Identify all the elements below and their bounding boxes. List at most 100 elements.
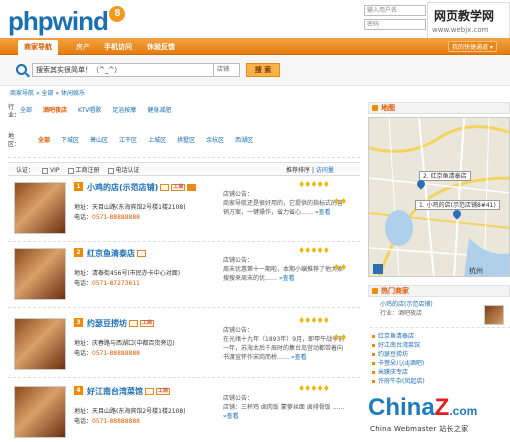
listing-photo[interactable]: [14, 318, 66, 370]
sort-recommended[interactable]: 推荐排序: [286, 167, 310, 174]
listing-name[interactable]: 好江南台湾菜馆 工商: [87, 386, 171, 397]
search-scope-select[interactable]: 店铺: [214, 63, 240, 77]
notice-stars-icon: ♦♦: [333, 333, 348, 342]
listing-photo[interactable]: [14, 182, 66, 234]
vip-label: VIP: [50, 167, 60, 174]
filter-area-all[interactable]: 全部: [38, 137, 50, 144]
nav-item-house[interactable]: 房产: [70, 40, 96, 55]
quick-channel-dropdown[interactable]: 我的快捷通道 ▾: [448, 41, 497, 52]
listing-name[interactable]: 红京鱼清泰店: [87, 248, 146, 259]
rating-stars-icon: ♦♦♦♦♦: [298, 246, 330, 255]
hot-header: 热门商家: [368, 285, 510, 297]
username-field[interactable]: 输入用户名: [364, 5, 426, 16]
search-input[interactable]: 搜索其实很简单！（^_^）: [32, 63, 214, 77]
hot-item[interactable]: 卡萱朵儿(dj酒吧): [370, 359, 510, 368]
listing-number: 1: [74, 182, 83, 191]
filter-area-label: 地 区：: [8, 133, 21, 148]
map-callout[interactable]: 2. 红京鱼清泰店: [419, 171, 471, 181]
rating-stars-icon: ♦♦♦♦♦: [298, 384, 330, 393]
v-badge-icon: [137, 250, 146, 257]
listing-photo[interactable]: [14, 248, 66, 300]
cert-label: 认证：: [16, 167, 35, 174]
filter-industry-row: 全部 酒吧夜店 KTV唱歌 足浴按摩 健身减肥: [20, 105, 182, 114]
nav-item-feedback[interactable]: 休验反馈: [141, 40, 181, 55]
listing-item: 4 好江南台湾菜馆 工商 地址：天目山路(东海宾馆2号楼1楼2108) 电话：05…: [8, 384, 360, 442]
watermark-chinaz: ChinaZ.com China Webmaster 站长之家: [364, 392, 510, 442]
listing-name[interactable]: 约瑟豆捞坊 工商: [87, 318, 155, 329]
hot-featured-thumbnail[interactable]: [484, 305, 504, 325]
more-link[interactable]: »查看: [223, 413, 239, 420]
business-badge: 工商: [140, 320, 155, 327]
filter-industry-fitness[interactable]: 健身减肥: [147, 107, 171, 114]
hot-item[interactable]: 红京鱼清泰店: [370, 332, 510, 341]
cert-filters: 认证： VIP 工商注册 电话认证: [16, 165, 140, 174]
listing-number: 3: [74, 318, 83, 327]
listing-address: 地址：庆春路与西湖口(中都百货旁边): [74, 340, 175, 347]
nav-item-mobile[interactable]: 手机访问: [98, 40, 138, 55]
listing-photo[interactable]: [14, 386, 66, 438]
watermark-logo: ChinaZ.com: [368, 394, 478, 421]
listing-phone: 电话：0571-88888888: [74, 350, 140, 357]
filter-industry-all[interactable]: 全部: [20, 107, 32, 114]
watermark-url: www.webjx.com: [432, 26, 489, 34]
listing-notice: 店铺公告： 在光绪十九年（1893年）9月，即甲午战争前一年，苏海太后千辰时的集台…: [223, 327, 345, 361]
filter-area-yuhang[interactable]: 余杭区: [206, 137, 224, 144]
listing-name[interactable]: 小鸡的店(示范店铺) 工商: [87, 182, 197, 193]
filter-area-xiacheng[interactable]: 下城区: [61, 137, 79, 144]
phone-checkbox[interactable]: [107, 167, 114, 174]
filter-industry-bar[interactable]: 酒吧夜店: [43, 107, 67, 114]
rating-stars-icon: ♦♦♦♦♦: [298, 180, 330, 189]
vip-checkbox[interactable]: [42, 167, 49, 174]
listing-item: 2 红京鱼清泰店 地址：清泰街456号(市民办卡中心对面) 电话：0571-87…: [8, 246, 360, 308]
listing-item: 1 小鸡的店(示范店铺) 工商 地址：天目山路(东海宾馆2号楼1楼2108) 电话…: [8, 180, 360, 242]
sort-visits[interactable]: 访问量: [316, 167, 334, 174]
v-badge-icon: [160, 184, 170, 191]
notice-stars-icon: ♦♦: [333, 197, 348, 206]
listing-notice: 店铺公告： 店铺：三杯鸡 卤肉饭 蒙萝丝面 卤排骨饭 …… »查看: [223, 395, 345, 420]
filter-area-gongshu[interactable]: 拱墅区: [177, 137, 195, 144]
filter-area-jianggan[interactable]: 江干区: [119, 137, 137, 144]
listing-number: 2: [74, 248, 83, 257]
sort-separator: |: [311, 167, 314, 174]
logo-text: phpwind: [8, 6, 109, 36]
logo[interactable]: phpwind 8: [8, 6, 125, 37]
map-callout[interactable]: 1. 小鸡的店(示范店铺8#41): [415, 200, 500, 210]
listing-number: 4: [74, 386, 83, 395]
business-checkbox[interactable]: [67, 167, 74, 174]
rating-stars-icon: ♦♦♦♦♦: [298, 316, 330, 325]
breadcrumb[interactable]: 商家导航 » 全部 » 休闲娱乐: [10, 88, 85, 97]
filter-area-shangcheng[interactable]: 上城区: [148, 137, 166, 144]
phone-badge-icon: [187, 184, 197, 191]
business-badge: 工商: [171, 184, 186, 191]
hot-item[interactable]: 好江南台湾菜馆: [370, 341, 510, 350]
watermark-webjx: 网页教学网 www.webjx.com: [427, 2, 510, 40]
listing-phone: 电话：0571-88888888: [74, 418, 140, 425]
more-link[interactable]: »查看: [279, 275, 295, 282]
phone-label: 电话认证: [115, 167, 140, 174]
listing-address: 地址：天目山路(东海宾馆2号楼1楼2108): [74, 204, 186, 211]
filter-industry-label: 行 业：: [8, 104, 21, 119]
listing-item: 3 约瑟豆捞坊 工商 地址：庆春路与西湖口(中都百货旁边) 电话：0571-888…: [8, 316, 360, 378]
map-canvas[interactable]: 杭州: [369, 118, 510, 277]
listing-notice: 店铺公告： 商家导航还是很好用的，它提供的指标式的营销方案，一键操作，省力省心………: [223, 191, 344, 216]
hot-item[interactable]: 约瑟豆捞坊: [370, 350, 510, 359]
map-panel[interactable]: 杭州 2. 红京鱼清泰店 1. 小鸡的店(示范店铺8#41): [368, 117, 510, 277]
filter-area-xihu[interactable]: 西湖区: [235, 137, 253, 144]
v-badge-icon: [145, 388, 154, 395]
search-icon: [16, 64, 27, 75]
nav-item-merchant[interactable]: 商家导航: [18, 40, 58, 55]
more-link[interactable]: »查看: [315, 209, 331, 216]
map-header: 地图: [368, 102, 510, 114]
hot-item[interactable]: 许府牛杂(凤起店): [370, 377, 510, 386]
sort-options: 推荐排序 | 访问量: [286, 165, 334, 174]
more-link[interactable]: »查看: [291, 354, 307, 361]
listing-address: 地址：天目山路(东海宾馆2号楼1楼2108): [74, 408, 186, 415]
password-field[interactable]: 密码: [364, 19, 426, 30]
listing-notice: 店铺公告： 周末优惠第十一期啦，本期小编推荐了他大家搜搜来周末的优…… »查看: [223, 257, 344, 282]
notice-stars-icon: ♦♦: [333, 263, 348, 272]
filter-industry-massage[interactable]: 足浴按摩: [112, 107, 136, 114]
hot-item[interactable]: 米膜庆专店: [370, 368, 510, 377]
filter-industry-ktv[interactable]: KTV唱歌: [78, 107, 101, 114]
filter-area-xiaoshan[interactable]: 萧山区: [90, 137, 108, 144]
search-button[interactable]: 搜 索: [246, 63, 280, 77]
